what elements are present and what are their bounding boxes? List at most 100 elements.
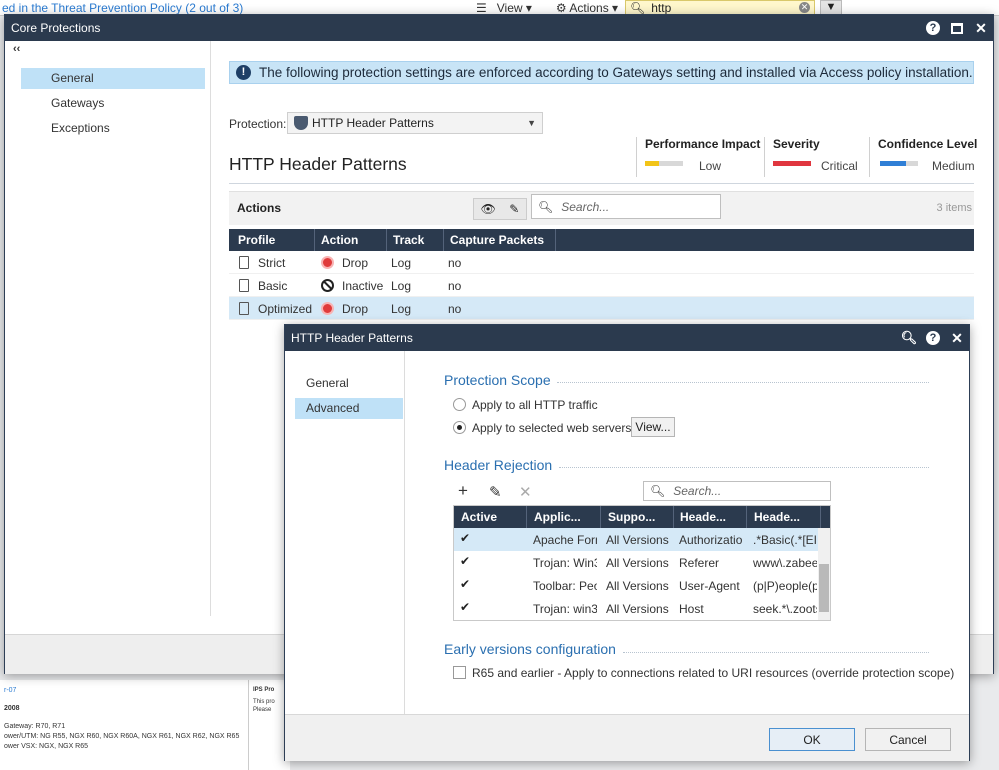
table-row[interactable]: Strict Drop Log no <box>229 251 974 274</box>
background-actions-menu[interactable]: ⚙ Actions ▾ <box>556 1 618 15</box>
pattern-cell: www\.zabeec <box>753 556 817 570</box>
radio-all-http-traffic[interactable] <box>453 398 466 411</box>
profile-name: Optimized <box>258 302 313 316</box>
radio-label: Apply to all HTTP traffic <box>472 398 598 412</box>
edit-pencil-icon[interactable]: ✎ <box>489 483 502 501</box>
collapse-sidebar-icon[interactable]: ‹‹ <box>13 43 20 55</box>
dialog-help-button[interactable]: ? <box>921 325 945 351</box>
table-row[interactable]: ✔ Trojan: win32 All Versions Host seek.*… <box>454 597 830 620</box>
application-cell: Apache Form <box>533 533 597 547</box>
metric-title: Performance Impact <box>645 137 761 151</box>
active-checkbox[interactable]: ✔ <box>460 579 471 590</box>
dialog-search-button[interactable]: 🔍︎ <box>897 325 921 351</box>
add-icon[interactable]: + <box>458 481 468 501</box>
clear-search-icon[interactable]: ✕ <box>799 2 810 13</box>
search-icon: 🔍︎ <box>630 0 646 15</box>
http-header-patterns-dialog: HTTP Header Patterns 🔍︎ ? ✕ General Prop… <box>284 324 970 761</box>
active-checkbox[interactable]: ✔ <box>460 602 471 613</box>
cancel-button[interactable]: Cancel <box>865 728 951 751</box>
filter-icon[interactable]: ▼ <box>820 0 842 15</box>
header-cell: Authorization <box>679 533 743 547</box>
actions-icon-group: 👁 ✎ <box>473 198 527 220</box>
pattern-cell: (p|P)eople(p| <box>753 579 817 593</box>
sidebar-item-advanced[interactable]: Advanced <box>295 398 403 419</box>
protection-shield-icon <box>294 116 308 130</box>
metric-value: Low <box>699 159 722 173</box>
table-row[interactable]: Basic Inactive Log no <box>229 274 974 297</box>
column-header[interactable]: Applic... <box>534 510 581 524</box>
column-header[interactable]: Suppo... <box>608 510 655 524</box>
column-header[interactable]: Track <box>393 233 424 247</box>
edit-pencil-icon[interactable]: ✎ <box>509 202 519 216</box>
protection-select[interactable]: HTTP Header Patterns ▼ <box>287 112 543 134</box>
active-checkbox[interactable]: ✔ <box>460 533 471 544</box>
actions-search-input[interactable]: 🔍︎ Search... <box>531 194 721 219</box>
capture-value: no <box>448 302 462 316</box>
profiles-table: Profile Action Track Capture Packets Str… <box>229 229 974 320</box>
inactive-icon <box>321 279 334 292</box>
severity-bar <box>773 161 811 166</box>
metric-severity: Severity Critical <box>764 137 864 177</box>
sidebar-item-general-properties[interactable]: General Properties <box>295 373 403 411</box>
close-button[interactable]: ✕ <box>969 15 993 41</box>
maximize-icon <box>951 22 963 34</box>
dialog-footer: OK Cancel <box>285 714 969 761</box>
dialog-title: HTTP Header Patterns <box>291 331 413 345</box>
capture-value: no <box>448 279 462 293</box>
capture-value: no <box>448 256 462 270</box>
background-detail-line: Gateway: R70, R71 <box>4 723 66 730</box>
early-versions-title: Early versions configuration <box>444 641 616 657</box>
column-header[interactable]: Profile <box>238 233 275 247</box>
profile-name: Basic <box>258 279 288 293</box>
profile-document-icon <box>239 302 249 315</box>
table-scrollbar[interactable] <box>818 528 830 620</box>
column-header[interactable]: Heade... <box>680 510 726 524</box>
view-eye-icon[interactable]: 👁 <box>481 202 496 216</box>
column-header[interactable]: Active <box>461 510 497 524</box>
table-row[interactable]: ✔ Toolbar: Peop All Versions User-Agent … <box>454 574 830 597</box>
pattern-cell: seek.*\.zoots <box>753 602 817 616</box>
header-rejection-table-header: Active Applic... Suppo... Heade... Heade… <box>454 506 830 528</box>
background-details-pane: r-07 2008 Gateway: R70, R71 ower/UTM: NG… <box>0 680 290 770</box>
column-header[interactable]: Capture Packets <box>450 233 544 247</box>
background-search-input[interactable]: 🔍︎ http ✕ <box>625 0 815 15</box>
r65-earlier-checkbox[interactable] <box>453 666 466 679</box>
column-header[interactable]: Heade... <box>754 510 800 524</box>
r65-earlier-label: R65 and earlier - Apply to connections r… <box>472 666 955 680</box>
background-ips-pane: IPS Pro This pro Please <box>248 680 288 770</box>
profiles-table-header: Profile Action Track Capture Packets <box>229 229 974 251</box>
core-sidebar: ‹‹ General Gateways Exceptions <box>5 41 211 616</box>
drop-icon <box>321 302 334 315</box>
column-header[interactable]: Action <box>321 233 358 247</box>
info-icon: ! <box>236 65 251 80</box>
ok-button[interactable]: OK <box>769 728 855 751</box>
scrollbar-thumb[interactable] <box>819 564 829 612</box>
background-detail-line: ower VSX: NGX, NGX R65 <box>4 743 89 750</box>
background-policy-link[interactable]: ed in the Threat Prevention Policy (2 ou… <box>2 1 243 15</box>
chevron-down-icon: ▼ <box>527 118 536 128</box>
sidebar-item-gateways[interactable]: Gateways <box>21 93 205 114</box>
close-icon: ✕ <box>975 19 987 36</box>
sidebar-item-general[interactable]: General <box>21 68 205 89</box>
section-divider <box>557 382 929 383</box>
metric-value: Medium <box>932 159 975 173</box>
active-checkbox[interactable]: ✔ <box>460 556 471 567</box>
background-ips-line: This pro <box>253 699 275 705</box>
sidebar-item-exceptions[interactable]: Exceptions <box>21 118 205 139</box>
view-servers-button[interactable]: View... <box>631 417 675 437</box>
search-icon: 🔍︎ <box>650 484 666 498</box>
track-value: Log <box>391 302 412 316</box>
header-cell: User-Agent <box>679 579 740 593</box>
table-row[interactable]: ✔ Apache Form All Versions Authorization… <box>454 528 830 551</box>
table-row[interactable]: Optimized Drop Log no <box>229 297 974 320</box>
radio-selected-web-servers[interactable] <box>453 421 466 434</box>
header-search-input[interactable]: 🔍︎ Search... <box>643 481 831 501</box>
dialog-close-button[interactable]: ✕ <box>945 325 969 351</box>
track-value: Log <box>391 256 412 270</box>
actions-toolbar: Actions 👁 ✎ 🔍︎ Search... 3 items <box>229 191 974 225</box>
background-view-menu[interactable]: View ▾ <box>497 1 532 15</box>
table-row[interactable]: ✔ Trojan: Win3 All Versions Referer www\… <box>454 551 830 574</box>
delete-icon[interactable]: ✕ <box>519 483 532 501</box>
help-button[interactable]: ? <box>921 15 945 41</box>
maximize-button[interactable] <box>945 15 969 41</box>
